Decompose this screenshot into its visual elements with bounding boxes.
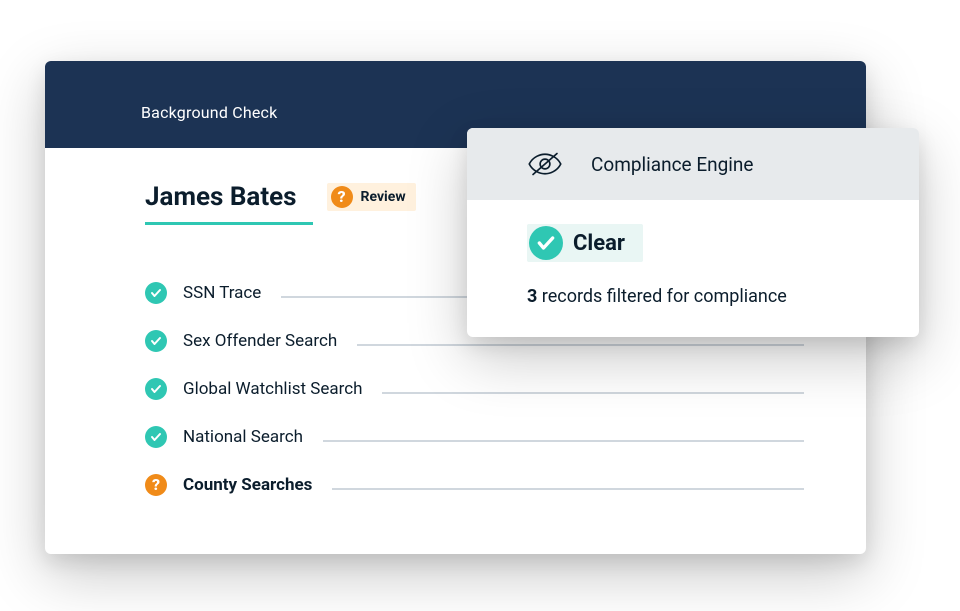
active-tab-underline <box>145 222 313 225</box>
eye-off-icon <box>527 150 563 178</box>
checkmark-icon <box>145 426 167 448</box>
check-label: Global Watchlist Search <box>183 379 362 399</box>
row-divider <box>323 440 804 442</box>
check-label: National Search <box>183 427 303 447</box>
checkmark-icon <box>145 378 167 400</box>
checkmark-icon <box>529 226 563 260</box>
review-badge[interactable]: ? Review <box>327 183 416 211</box>
compliance-header: Compliance Engine <box>467 128 919 200</box>
filtered-count: 3 <box>527 286 537 307</box>
check-row-global-watchlist[interactable]: Global Watchlist Search <box>145 365 804 413</box>
candidate-name: James Bates <box>145 182 297 212</box>
check-row-county[interactable]: ? County Searches <box>145 461 804 509</box>
row-divider <box>382 392 804 394</box>
review-badge-label: Review <box>361 189 406 205</box>
compliance-title: Compliance Engine <box>591 153 753 176</box>
check-label: SSN Trace <box>183 283 261 303</box>
compliance-popover: Compliance Engine Clear 3 records filter… <box>467 128 919 337</box>
checkmark-icon <box>145 330 167 352</box>
clear-label: Clear <box>573 231 625 256</box>
filtered-line: 3 records filtered for compliance <box>527 286 895 307</box>
row-divider <box>332 488 804 490</box>
check-row-national[interactable]: National Search <box>145 413 804 461</box>
compliance-body: Clear 3 records filtered for compliance <box>467 200 919 337</box>
header-title: Background Check <box>141 103 277 122</box>
question-icon: ? <box>145 474 167 496</box>
checkmark-icon <box>145 282 167 304</box>
question-icon: ? <box>331 186 353 208</box>
row-divider <box>357 344 804 346</box>
check-label: County Searches <box>183 475 312 495</box>
clear-badge: Clear <box>527 224 643 262</box>
check-label: Sex Offender Search <box>183 331 337 351</box>
filtered-text: records filtered for compliance <box>542 286 787 307</box>
